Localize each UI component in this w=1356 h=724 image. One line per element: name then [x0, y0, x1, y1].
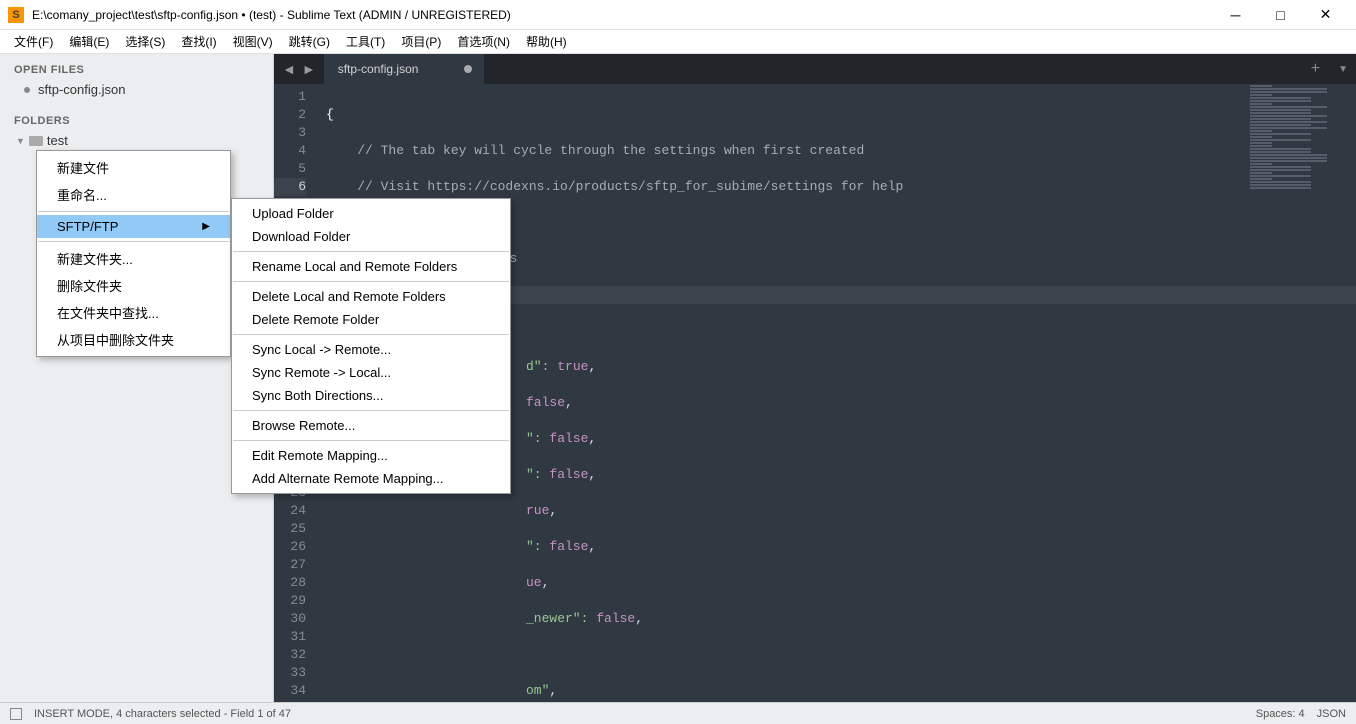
status-syntax[interactable]: JSON: [1317, 708, 1346, 720]
title-bar: S E:\comany_project\test\sftp-config.jso…: [0, 0, 1356, 30]
ctx-new-folder[interactable]: 新建文件夹...: [37, 245, 230, 272]
ctx-delete-both[interactable]: Delete Local and Remote Folders: [232, 285, 510, 308]
status-left: INSERT MODE, 4 characters selected - Fie…: [34, 708, 291, 720]
app-logo: S: [8, 7, 24, 23]
ctx-sync-remote-local[interactable]: Sync Remote -> Local...: [232, 361, 510, 384]
ctx-browse-remote[interactable]: Browse Remote...: [232, 414, 510, 437]
ctx-download-folder[interactable]: Download Folder: [232, 225, 510, 248]
tab-dropdown-icon[interactable]: ▼: [1330, 54, 1356, 84]
menu-help[interactable]: 帮助(H): [518, 30, 575, 53]
menu-separator: [233, 334, 509, 335]
ctx-delete-remote[interactable]: Delete Remote Folder: [232, 308, 510, 331]
tab-modified-dot-icon: [464, 65, 472, 73]
menu-separator: [233, 440, 509, 441]
minimize-button[interactable]: ─: [1213, 1, 1258, 29]
folder-icon: [29, 136, 43, 146]
chevron-right-icon: ▶: [202, 221, 210, 232]
ctx-add-alt-mapping[interactable]: Add Alternate Remote Mapping...: [232, 467, 510, 490]
status-bar: INSERT MODE, 4 characters selected - Fie…: [0, 702, 1356, 724]
menu-separator: [233, 410, 509, 411]
tab-bar: ◄ ► sftp-config.json + ▼: [274, 54, 1356, 84]
folder-item[interactable]: ▼ test: [0, 131, 273, 150]
menu-separator: [233, 281, 509, 282]
ctx-sync-local-remote[interactable]: Sync Local -> Remote...: [232, 338, 510, 361]
ctx-rename[interactable]: 重命名...: [37, 181, 230, 208]
sftp-submenu: Upload Folder Download Folder Rename Loc…: [231, 198, 511, 494]
folder-name: test: [47, 133, 68, 148]
menu-separator: [233, 251, 509, 252]
ctx-upload-folder[interactable]: Upload Folder: [232, 202, 510, 225]
status-indicator-icon[interactable]: [10, 708, 22, 720]
ctx-edit-mapping[interactable]: Edit Remote Mapping...: [232, 444, 510, 467]
ctx-find-in-folder[interactable]: 在文件夹中查找...: [37, 299, 230, 326]
tab-label: sftp-config.json: [338, 62, 419, 76]
maximize-button[interactable]: □: [1258, 1, 1303, 29]
menu-select[interactable]: 选择(S): [117, 30, 173, 53]
menu-edit[interactable]: 编辑(E): [61, 30, 117, 53]
nav-back-icon[interactable]: ◄: [280, 61, 298, 77]
menu-find[interactable]: 查找(I): [173, 30, 224, 53]
folder-context-menu: 新建文件 重命名... SFTP/FTP ▶ 新建文件夹... 删除文件夹 在文…: [36, 150, 231, 357]
ctx-rename-both[interactable]: Rename Local and Remote Folders: [232, 255, 510, 278]
open-file-name: sftp-config.json: [38, 82, 125, 97]
menu-project[interactable]: 项目(P): [393, 30, 449, 53]
menu-tools[interactable]: 工具(T): [338, 30, 393, 53]
ctx-remove-from-project[interactable]: 从项目中删除文件夹: [37, 326, 230, 353]
file-tab[interactable]: sftp-config.json: [324, 54, 484, 84]
modified-dot-icon: [24, 87, 30, 93]
close-button[interactable]: ✕: [1303, 1, 1348, 29]
ctx-sync-both[interactable]: Sync Both Directions...: [232, 384, 510, 407]
menu-view[interactable]: 视图(V): [225, 30, 281, 53]
menu-bar: 文件(F) 编辑(E) 选择(S) 查找(I) 视图(V) 跳转(G) 工具(T…: [0, 30, 1356, 54]
open-files-header: OPEN FILES: [0, 60, 273, 80]
menu-separator: [38, 241, 229, 242]
nav-forward-icon[interactable]: ►: [300, 61, 318, 77]
ctx-new-file[interactable]: 新建文件: [37, 154, 230, 181]
window-title: E:\comany_project\test\sftp-config.json …: [32, 8, 1213, 22]
ctx-delete-folder[interactable]: 删除文件夹: [37, 272, 230, 299]
menu-file[interactable]: 文件(F): [6, 30, 61, 53]
menu-goto[interactable]: 跳转(G): [281, 30, 338, 53]
open-file-item[interactable]: sftp-config.json: [0, 80, 273, 99]
ctx-sftp-ftp[interactable]: SFTP/FTP ▶: [37, 215, 230, 238]
status-spaces[interactable]: Spaces: 4: [1256, 708, 1305, 720]
chevron-down-icon: ▼: [16, 136, 25, 146]
folders-header: FOLDERS: [0, 111, 273, 131]
menu-separator: [38, 211, 229, 212]
new-tab-button[interactable]: +: [1301, 54, 1330, 84]
menu-preferences[interactable]: 首选项(N): [449, 30, 518, 53]
